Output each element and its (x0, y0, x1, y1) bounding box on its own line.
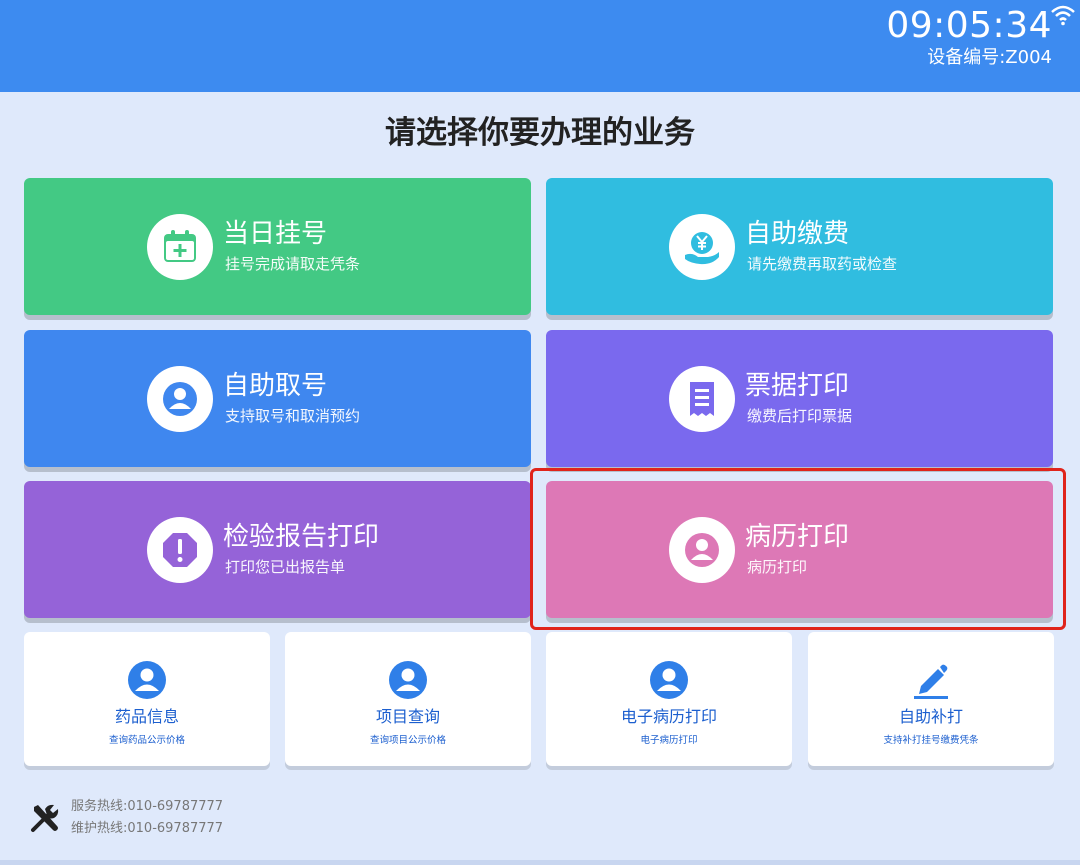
clock: 09:05:34 (886, 5, 1052, 46)
pencil-icon (914, 664, 948, 699)
user-icon (650, 661, 688, 699)
card-drug-info[interactable]: 药品信息 查询药品公示价格 (24, 632, 270, 766)
page-title: 请选择你要办理的业务 (385, 115, 695, 151)
card-title: 项目查询 (375, 707, 440, 726)
yen-hand-icon (669, 213, 735, 280)
card-subtitle: 电子病历打印 (640, 735, 698, 746)
top-bar: 09:05:34 设备编号:Z004 (0, 0, 1080, 92)
tile-subtitle: 打印您已出报告单 (225, 558, 346, 576)
tile-receipt-print[interactable]: 票据打印 缴费后打印票据 (546, 330, 1053, 467)
tile-self-ticket[interactable]: 自助取号 支持取号和取消预约 (24, 330, 531, 467)
tile-subtitle: 请先缴费再取药或检查 (747, 255, 898, 273)
receipt-icon (669, 365, 735, 432)
tile-title: 当日挂号 (223, 219, 328, 249)
tile-subtitle: 挂号完成请取走凭条 (225, 255, 361, 273)
card-title: 电子病历打印 (620, 707, 717, 726)
tile-self-payment[interactable]: 自助缴费 请先缴费再取药或检查 (546, 178, 1053, 315)
card-e-medical-record-print[interactable]: 电子病历打印 电子病历打印 (546, 632, 792, 766)
tools-icon (31, 804, 59, 832)
card-subtitle: 支持补打挂号缴费凭条 (883, 735, 979, 746)
wifi-icon (1051, 5, 1075, 26)
alert-octagon-icon (147, 516, 213, 583)
tile-title: 票据打印 (745, 371, 850, 401)
maintenance-hotline: 维护热线:010-69787777 (71, 821, 224, 836)
card-item-query[interactable]: 项目查询 查询项目公示价格 (285, 632, 531, 766)
user-icon (147, 365, 213, 432)
service-hotline: 服务热线:010-69787777 (71, 799, 224, 814)
card-subtitle: 查询药品公示价格 (108, 735, 185, 746)
bottom-strip (0, 860, 1080, 865)
tile-subtitle: 支持取号和取消预约 (225, 407, 361, 425)
user-icon (128, 661, 166, 699)
tile-lab-report-print[interactable]: 检验报告打印 打印您已出报告单 (24, 481, 531, 618)
card-title: 药品信息 (114, 707, 179, 726)
tile-title: 检验报告打印 (223, 522, 380, 552)
card-title: 自助补打 (898, 707, 963, 726)
user-icon (389, 661, 427, 699)
device-id: 设备编号:Z004 (927, 47, 1052, 68)
tile-same-day-registration[interactable]: 当日挂号 挂号完成请取走凭条 (24, 178, 531, 315)
selection-highlight (530, 468, 1066, 630)
tile-title: 自助缴费 (745, 219, 850, 249)
tile-subtitle: 缴费后打印票据 (747, 407, 853, 425)
card-self-reprint[interactable]: 自助补打 支持补打挂号缴费凭条 (808, 632, 1054, 766)
card-subtitle: 查询项目公示价格 (369, 735, 446, 746)
tile-title: 自助取号 (223, 371, 328, 401)
calendar-plus-icon (147, 213, 213, 280)
